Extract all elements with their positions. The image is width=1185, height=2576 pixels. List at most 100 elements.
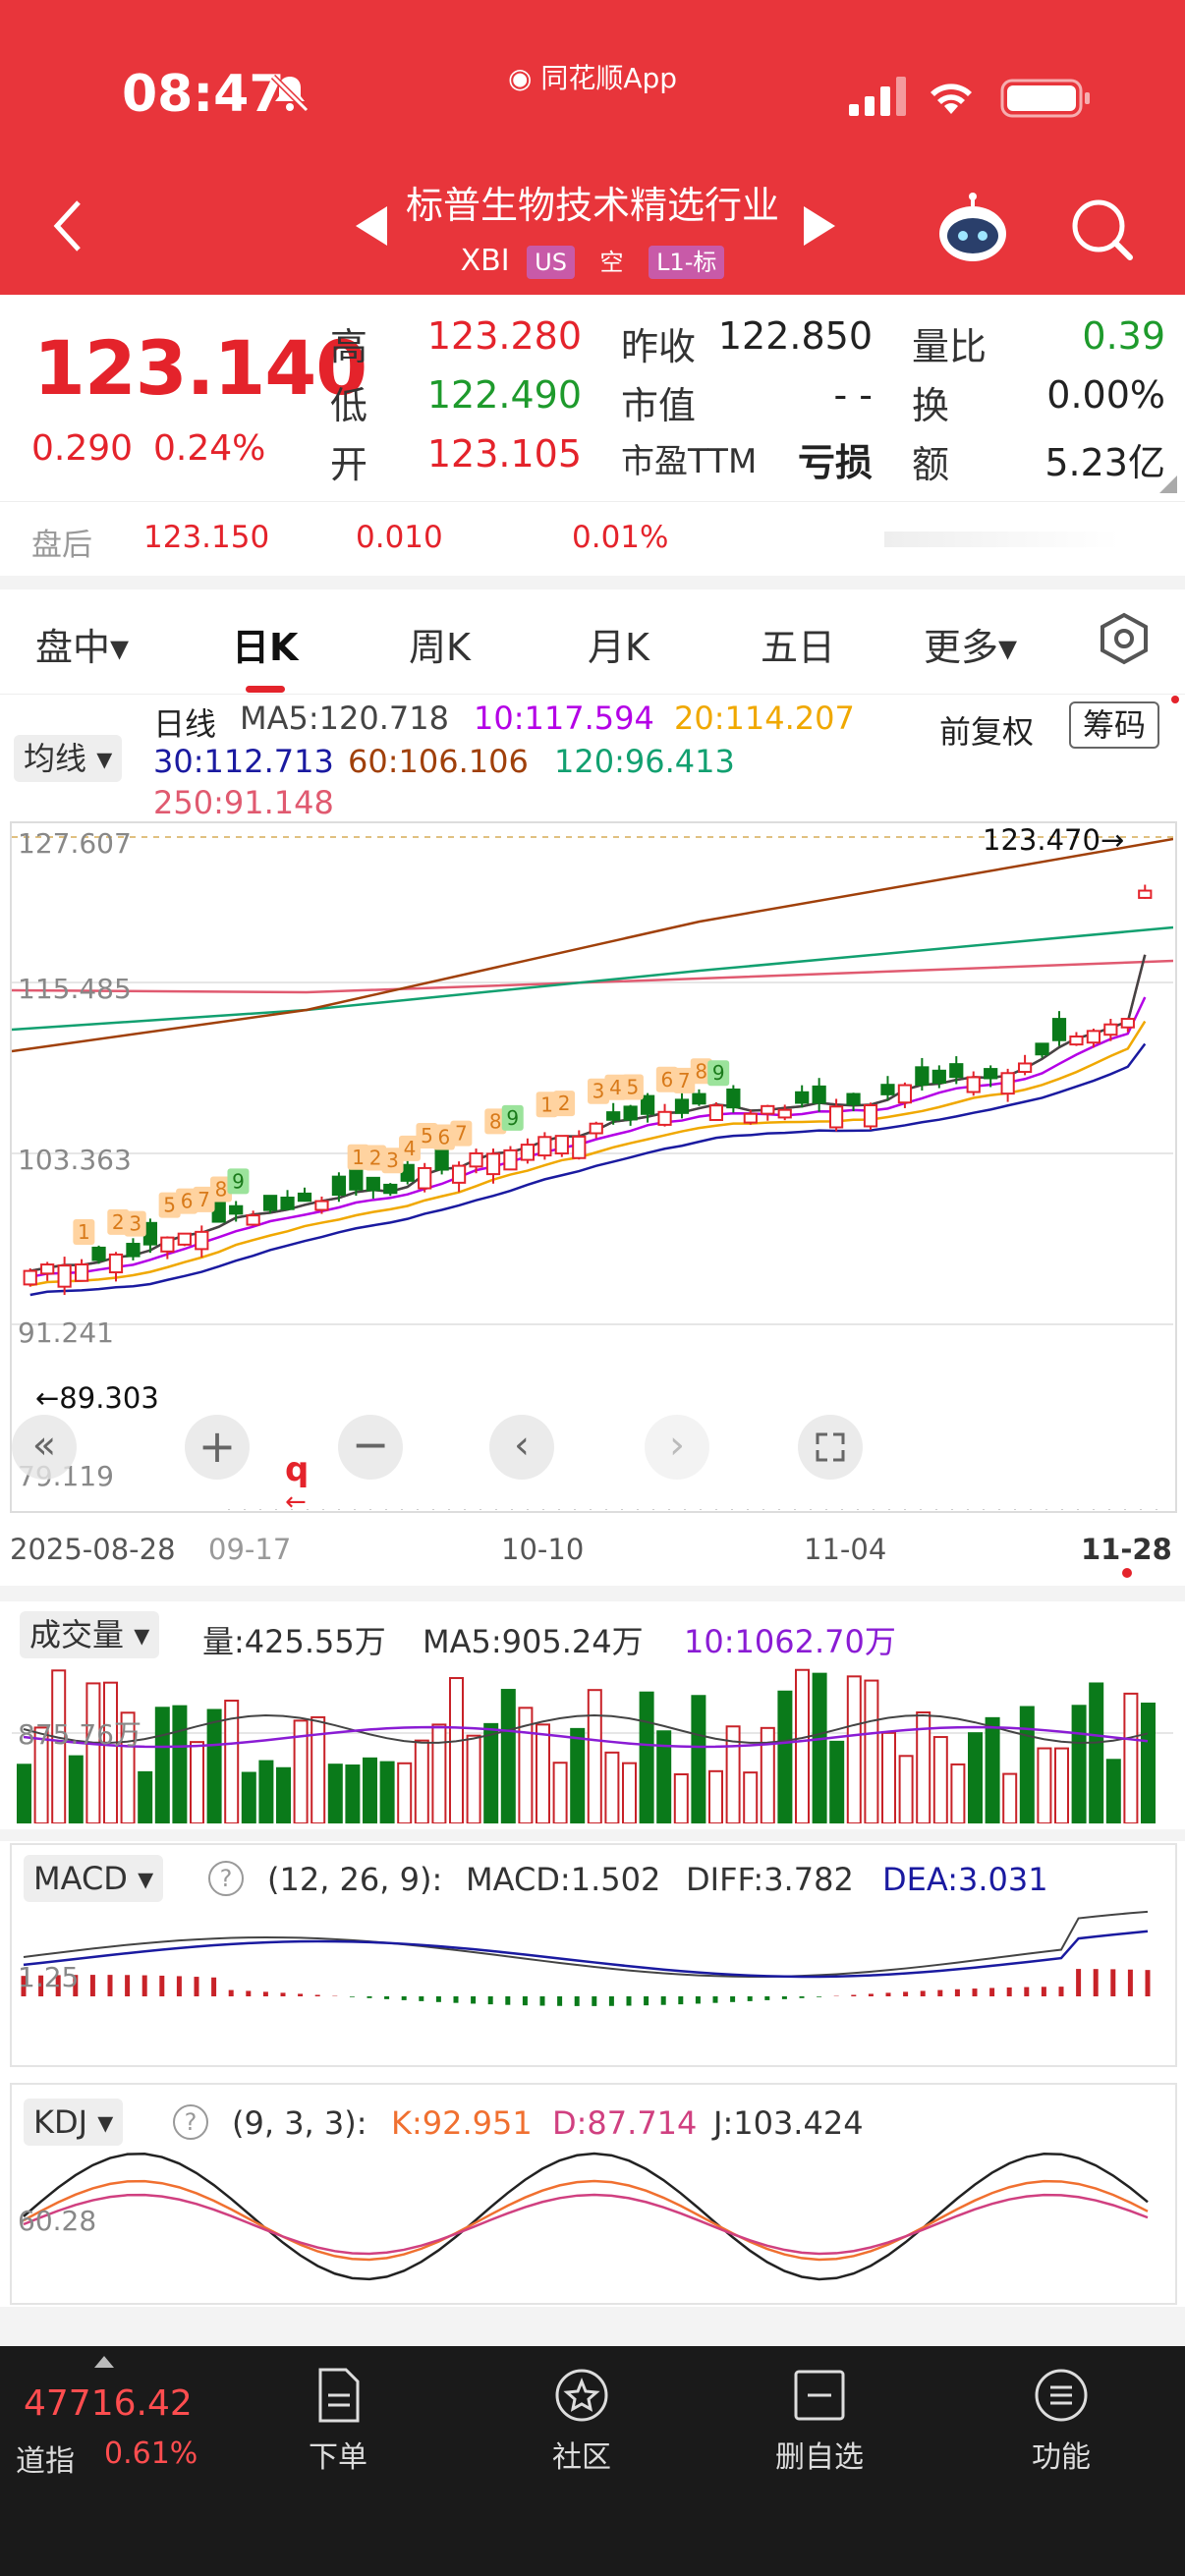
app-header: 08:47 ◉ 同花顺App 标普生物技术精选行业 XBI US 空 L1-标 [0, 0, 1185, 295]
candle-body [314, 1200, 329, 1211]
td-number: 6 [438, 1126, 451, 1149]
battery-icon [1000, 79, 1090, 118]
nav-functions[interactable]: 功能 [983, 2366, 1140, 2476]
nav-remove-watch[interactable]: 删自选 [741, 2366, 898, 2476]
volume-selector[interactable]: 成交量 ▾ [20, 1611, 160, 1658]
zoom-in-icon[interactable]: + [185, 1415, 250, 1480]
separator [0, 2307, 1185, 2346]
candle-body [949, 1063, 964, 1079]
macd-dea: DEA:3.031 [882, 1861, 1048, 1898]
volume-bar [639, 1691, 654, 1823]
candle-body [743, 1112, 758, 1124]
expand-up-icon[interactable] [94, 2356, 114, 2368]
tab-five-day[interactable]: 五日 [761, 617, 835, 671]
volume-bar [276, 1766, 291, 1823]
candle-body [485, 1152, 501, 1176]
candle-body [1086, 1030, 1101, 1044]
candle-body [520, 1144, 536, 1161]
after-hours-price: 123.150 [143, 520, 270, 555]
macd-chart[interactable] [12, 1906, 1173, 2061]
candle-body [640, 1094, 655, 1115]
kline-chart[interactable]: 1 2 35 6 7 8 91 2 345 6 78 91 23 4 5 6 7 8 9 [12, 823, 1173, 1507]
candle-body [606, 1111, 621, 1121]
volume-bar [431, 1723, 447, 1823]
candle-body [777, 1108, 792, 1119]
min-price-marker: ←89.303 [35, 1381, 159, 1415]
td-number: 1 [352, 1146, 365, 1169]
volume-bar [414, 1739, 429, 1823]
fullscreen-glyph [816, 1432, 845, 1462]
nav-remove-watch-label: 删自选 [775, 2440, 864, 2475]
order-doc-icon [318, 2368, 360, 2423]
low-label: 低 [330, 384, 368, 427]
volume-chart[interactable] [12, 1660, 1173, 1823]
bottom-nav: 47716.42 道指 0.61% 下单 社区 删自选 功能 [0, 2346, 1185, 2576]
volume-bar [552, 1762, 568, 1823]
tab-intraday[interactable]: 盘中▾ [35, 617, 129, 671]
candle-body [726, 1088, 741, 1109]
notice-dot [1171, 696, 1179, 703]
candle-body [1103, 1023, 1118, 1036]
volume-bar [190, 1741, 204, 1823]
volume-bar [17, 1764, 31, 1823]
volume-bar [932, 1736, 948, 1823]
zoom-out-icon[interactable]: − [338, 1415, 403, 1480]
td-number: 4 [404, 1137, 417, 1160]
volume-bar [829, 1740, 845, 1823]
tab-daily-k[interactable]: 日K [232, 617, 298, 671]
volume-bar [812, 1672, 827, 1823]
kdj-selector[interactable]: KDJ ▾ [24, 2099, 124, 2146]
kdj-chart[interactable] [12, 2148, 1173, 2299]
candle-body [1035, 1042, 1049, 1056]
td-number: 8 [489, 1109, 502, 1133]
candle-body [195, 1230, 209, 1251]
volume-bar [985, 1716, 1000, 1823]
volume-bar [604, 1751, 620, 1823]
kdj-d: D:87.714 [552, 2104, 698, 2142]
candle-body [897, 1084, 913, 1104]
volume-bar [379, 1761, 395, 1823]
tab-more[interactable]: 更多▾ [924, 617, 1017, 671]
tab-weekly-k[interactable]: 周K [409, 617, 471, 671]
volume-bar [708, 1769, 723, 1823]
remove-watchlist-icon [794, 2370, 845, 2421]
adjust-mode[interactable]: 前复权 [939, 707, 1034, 753]
stock-symbol: XBI [460, 244, 510, 278]
assistant-robot-icon[interactable] [933, 191, 1012, 269]
search-icon[interactable] [1069, 196, 1134, 261]
nav-order[interactable]: 下单 [259, 2366, 417, 2476]
scroll-right-icon[interactable]: › [645, 1415, 709, 1480]
chart-settings-icon[interactable] [1097, 611, 1152, 666]
ma-selector[interactable]: 均线 ▾ [14, 735, 123, 782]
volume-bar [258, 1760, 274, 1823]
help-icon[interactable]: ? [173, 2104, 208, 2140]
prev-close-label: 昨收 [621, 325, 697, 368]
td-number: 2 [112, 1210, 125, 1234]
fullscreen-icon[interactable] [798, 1415, 863, 1480]
market-tag: US [527, 245, 575, 279]
volume-bar [1037, 1747, 1052, 1823]
candle-body [572, 1135, 587, 1159]
rewind-icon[interactable]: « [12, 1415, 77, 1480]
separator [0, 576, 1185, 589]
volume-bar [154, 1707, 170, 1823]
volume-bar [85, 1682, 101, 1823]
chips-button[interactable]: 筹码 [1069, 701, 1160, 749]
volume-bar [241, 1771, 256, 1823]
kdj-params: (9, 3, 3): [232, 2104, 367, 2142]
expand-corner-icon[interactable] [1159, 476, 1177, 493]
help-icon[interactable]: ? [208, 1861, 244, 1896]
index-value[interactable]: 47716.42 [24, 2383, 193, 2424]
date-axis-ticks [228, 1509, 1171, 1510]
status-icons [849, 77, 1090, 118]
scroll-left-icon[interactable]: ‹ [489, 1415, 554, 1480]
td-number: 4 [609, 1076, 622, 1099]
volume-bar [138, 1770, 153, 1823]
open-value: 123.105 [426, 432, 582, 476]
macd-selector[interactable]: MACD ▾ [24, 1855, 164, 1902]
td-number: 3 [592, 1080, 605, 1103]
volume-bar [622, 1762, 637, 1823]
nav-community[interactable]: 社区 [503, 2366, 660, 2476]
tab-monthly-k[interactable]: 月K [588, 617, 649, 671]
candle-body [383, 1183, 398, 1195]
